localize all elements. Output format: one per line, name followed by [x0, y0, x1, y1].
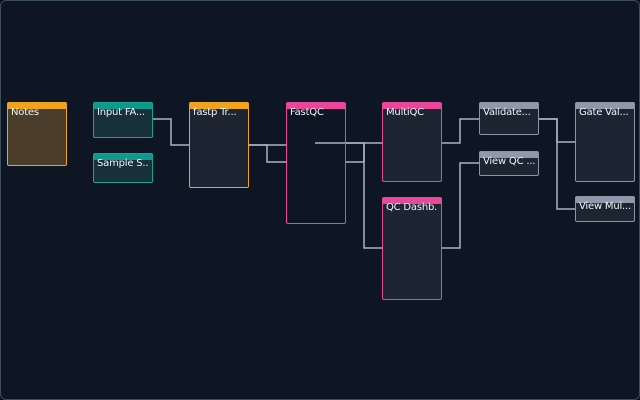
edge-fastp-to-fastqc-b: [249, 144, 287, 163]
node-gate-validation[interactable]: Gate Val...: [575, 102, 635, 182]
node-multiqc[interactable]: MultiQC: [382, 102, 442, 182]
node-fastqc[interactable]: FastQC: [286, 102, 346, 224]
node-label: Gate Val...: [579, 107, 629, 118]
edge-validate-to-view-mul: [538, 118, 576, 210]
node-label: Validate...: [483, 107, 531, 118]
edge-fastqc-to-dashboard: [346, 142, 382, 249]
node-label: Notes: [11, 107, 39, 118]
node-qc-dashboard[interactable]: QC Dashb...: [382, 197, 442, 300]
edge-multiqc-to-validate: [441, 118, 479, 144]
node-label: FastQC: [290, 107, 324, 118]
node-notes[interactable]: Notes: [7, 102, 67, 166]
node-label: Input FA...: [97, 107, 145, 118]
node-label: QC Dashb...: [386, 202, 438, 213]
node-label: fastp Tr...: [193, 107, 237, 118]
node-sample-sheet[interactable]: Sample S...: [93, 153, 153, 183]
node-view-multiqc[interactable]: View Mul...: [575, 196, 635, 222]
node-view-qc[interactable]: View QC ...: [479, 151, 539, 176]
edge-fastqc-to-multiqc-b: [346, 143, 365, 163]
edge-dashboard-to-view-qc: [441, 162, 479, 249]
node-input-fa[interactable]: Input FA...: [93, 102, 153, 138]
edge-input-to-fastp: [152, 118, 190, 146]
node-label: View QC ...: [483, 156, 535, 167]
node-fastp[interactable]: fastp Tr...: [189, 102, 249, 188]
workflow-canvas[interactable]: Notes Input FA... Sample S... fastp Tr..…: [0, 0, 640, 400]
node-validate[interactable]: Validate...: [479, 102, 539, 135]
node-label: Sample S...: [97, 158, 149, 169]
node-label: MultiQC: [386, 107, 424, 118]
node-label: View Mul...: [579, 201, 631, 212]
